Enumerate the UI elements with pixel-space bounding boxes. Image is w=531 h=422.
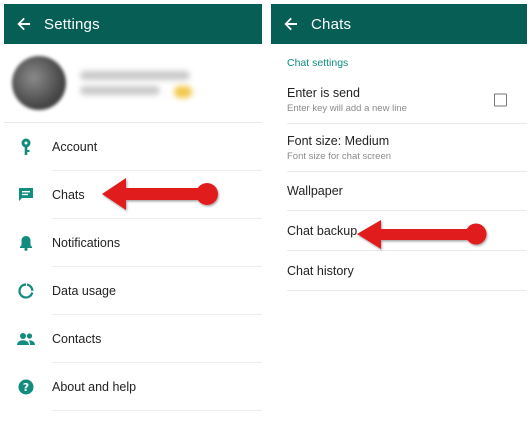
help-icon: ?	[16, 377, 36, 397]
setting-chat-backup[interactable]: Chat backup	[287, 211, 527, 251]
chats-app-bar: Chats	[271, 4, 527, 44]
settings-item-notifications[interactable]: Notifications	[20, 219, 262, 267]
key-icon	[16, 137, 36, 157]
bell-icon	[16, 233, 36, 253]
data-usage-icon	[16, 281, 36, 301]
profile-name-blurred	[80, 65, 190, 101]
setting-enter-is-send[interactable]: Enter is send Enter key will add a new l…	[287, 77, 527, 124]
page-title: Settings	[44, 15, 100, 33]
setting-subtitle: Enter key will add a new line	[287, 103, 407, 114]
enter-is-send-checkbox[interactable]	[494, 93, 507, 107]
setting-title: Chat history	[287, 263, 354, 278]
arrow-back-icon	[17, 17, 30, 31]
back-button[interactable]	[271, 4, 311, 44]
settings-item-account[interactable]: Account	[21, 123, 262, 171]
back-button[interactable]	[4, 4, 44, 44]
contacts-icon	[16, 329, 36, 349]
settings-item-chats[interactable]: Chats	[19, 171, 262, 219]
settings-item-label: Chats	[52, 187, 85, 202]
svg-text:?: ?	[23, 381, 29, 394]
settings-screen: Settings Account Chats Notifications Dat…	[4, 4, 262, 418]
setting-chat-history[interactable]: Chat history	[287, 251, 527, 291]
status-emoji-blurred	[174, 86, 192, 98]
page-title: Chats	[311, 15, 352, 33]
settings-item-label: About and help	[52, 379, 137, 394]
settings-item-contacts[interactable]: Contacts	[17, 315, 262, 363]
setting-title: Font size: Medium	[287, 133, 390, 148]
profile-row[interactable]	[4, 44, 262, 123]
chat-icon	[16, 185, 36, 205]
settings-item-about-help[interactable]: ? About and help	[18, 363, 262, 411]
setting-title: Wallpaper	[287, 184, 343, 198]
setting-subtitle: Font size for chat screen	[287, 150, 392, 162]
settings-item-data-usage[interactable]: Data usage	[18, 267, 262, 315]
settings-item-label: Account	[52, 139, 98, 154]
settings-item-label: Contacts	[52, 331, 102, 346]
setting-title: Enter is send	[287, 86, 360, 100]
avatar	[12, 56, 66, 110]
settings-item-label: Notifications	[52, 235, 121, 250]
setting-wallpaper[interactable]: Wallpaper	[287, 172, 527, 211]
chats-settings-screen: Chats Chat settings Enter is send Enter …	[271, 4, 527, 418]
settings-app-bar: Settings	[4, 4, 262, 44]
setting-title: Chat backup	[287, 223, 358, 238]
setting-font-size[interactable]: Font size: Medium Font size for chat scr…	[287, 124, 527, 172]
section-header-chat-settings: Chat settings	[287, 57, 349, 69]
settings-item-label: Data usage	[52, 283, 116, 298]
arrow-back-icon	[284, 17, 297, 31]
